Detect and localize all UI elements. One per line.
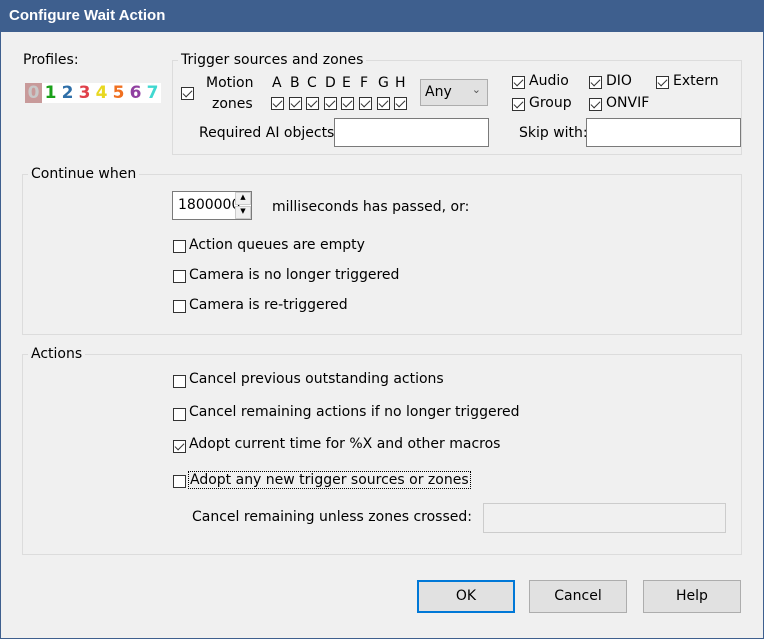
zone-B-checkbox[interactable] (289, 97, 302, 110)
dio-checkbox[interactable] (589, 76, 602, 89)
profile-5[interactable]: 5 (110, 83, 127, 103)
zone-F-checkbox[interactable] (359, 97, 372, 110)
onvif-label: ONVIF (606, 95, 650, 111)
profile-4[interactable]: 4 (93, 83, 110, 103)
extern-label: Extern (673, 73, 719, 89)
zones-label: zones (212, 96, 253, 112)
zone-mode-value: Any (425, 84, 452, 100)
zones-crossed-input[interactable] (483, 503, 726, 533)
audio-label: Audio (529, 73, 569, 89)
chevron-down-icon: ⌄ (471, 83, 481, 96)
continue-option-label: Camera is re-triggered (189, 297, 348, 313)
dialog-body: Profiles: 01234567 Trigger sources and z… (1, 32, 763, 638)
continue-option-checkbox[interactable] (173, 240, 186, 253)
zone-G-checkbox[interactable] (377, 97, 390, 110)
skip-with-label: Skip with: (519, 125, 588, 141)
zone-D-checkbox[interactable] (324, 97, 337, 110)
profiles-list[interactable]: 01234567 (25, 83, 161, 103)
trigger-group-label: Trigger sources and zones (178, 52, 367, 68)
action-option-checkbox[interactable] (173, 440, 186, 453)
profile-7[interactable]: 7 (144, 83, 161, 103)
zone-A-checkbox[interactable] (271, 97, 284, 110)
audio-checkbox[interactable] (512, 76, 525, 89)
milliseconds-label: milliseconds has passed, or: (272, 199, 470, 215)
motion-label: Motion (206, 75, 254, 91)
zone-label-F: F (360, 75, 369, 91)
profile-6[interactable]: 6 (127, 83, 144, 103)
action-option-label: Adopt any new trigger sources or zones (188, 471, 471, 489)
profile-2[interactable]: 2 (59, 83, 76, 103)
continue-option-label: Camera is no longer triggered (189, 267, 400, 283)
action-option-checkbox[interactable] (173, 408, 186, 421)
action-option-label: Cancel previous outstanding actions (189, 371, 444, 387)
zone-label-D: D (325, 75, 336, 91)
ai-objects-label: Required AI objects: (199, 125, 340, 141)
zone-label-G: G (378, 75, 389, 91)
window-title: Configure Wait Action (9, 7, 166, 24)
skip-with-input[interactable] (586, 118, 741, 147)
motion-zones-checkbox[interactable] (181, 87, 194, 100)
profile-3[interactable]: 3 (76, 83, 93, 103)
dio-label: DIO (606, 73, 632, 89)
continue-option-label: Action queues are empty (189, 237, 365, 253)
spin-down-button[interactable]: ▼ (235, 206, 251, 219)
zones-crossed-label: Cancel remaining unless zones crossed: (192, 509, 472, 525)
group-checkbox[interactable] (512, 98, 525, 111)
profiles-label: Profiles: (23, 52, 79, 68)
actions-group-label: Actions (28, 346, 86, 362)
zone-label-H: H (395, 75, 406, 91)
zone-mode-dropdown[interactable]: Any ⌄ (420, 79, 488, 106)
zone-H-checkbox[interactable] (394, 97, 407, 110)
cancel-button[interactable]: Cancel (529, 580, 627, 613)
ok-button[interactable]: OK (417, 580, 515, 613)
action-option-checkbox[interactable] (173, 475, 186, 488)
continue-group-label: Continue when (28, 166, 140, 182)
help-button[interactable]: Help (643, 580, 741, 613)
profile-0[interactable]: 0 (25, 83, 42, 103)
onvif-checkbox[interactable] (589, 98, 602, 111)
action-option-label: Cancel remaining actions if no longer tr… (189, 404, 520, 420)
spin-up-button[interactable]: ▲ (235, 192, 251, 205)
extern-checkbox[interactable] (656, 76, 669, 89)
ai-objects-input[interactable] (334, 118, 489, 147)
continue-option-checkbox[interactable] (173, 300, 186, 313)
zone-C-checkbox[interactable] (306, 97, 319, 110)
group-label: Group (529, 95, 572, 111)
zone-label-A: A (272, 75, 282, 91)
continue-option-checkbox[interactable] (173, 270, 186, 283)
action-option-label: Adopt current time for %X and other macr… (189, 436, 501, 452)
zone-label-B: B (290, 75, 300, 91)
action-option-checkbox[interactable] (173, 375, 186, 388)
zone-label-C: C (307, 75, 317, 91)
zone-label-E: E (342, 75, 351, 91)
profile-1[interactable]: 1 (42, 83, 59, 103)
zone-E-checkbox[interactable] (341, 97, 354, 110)
